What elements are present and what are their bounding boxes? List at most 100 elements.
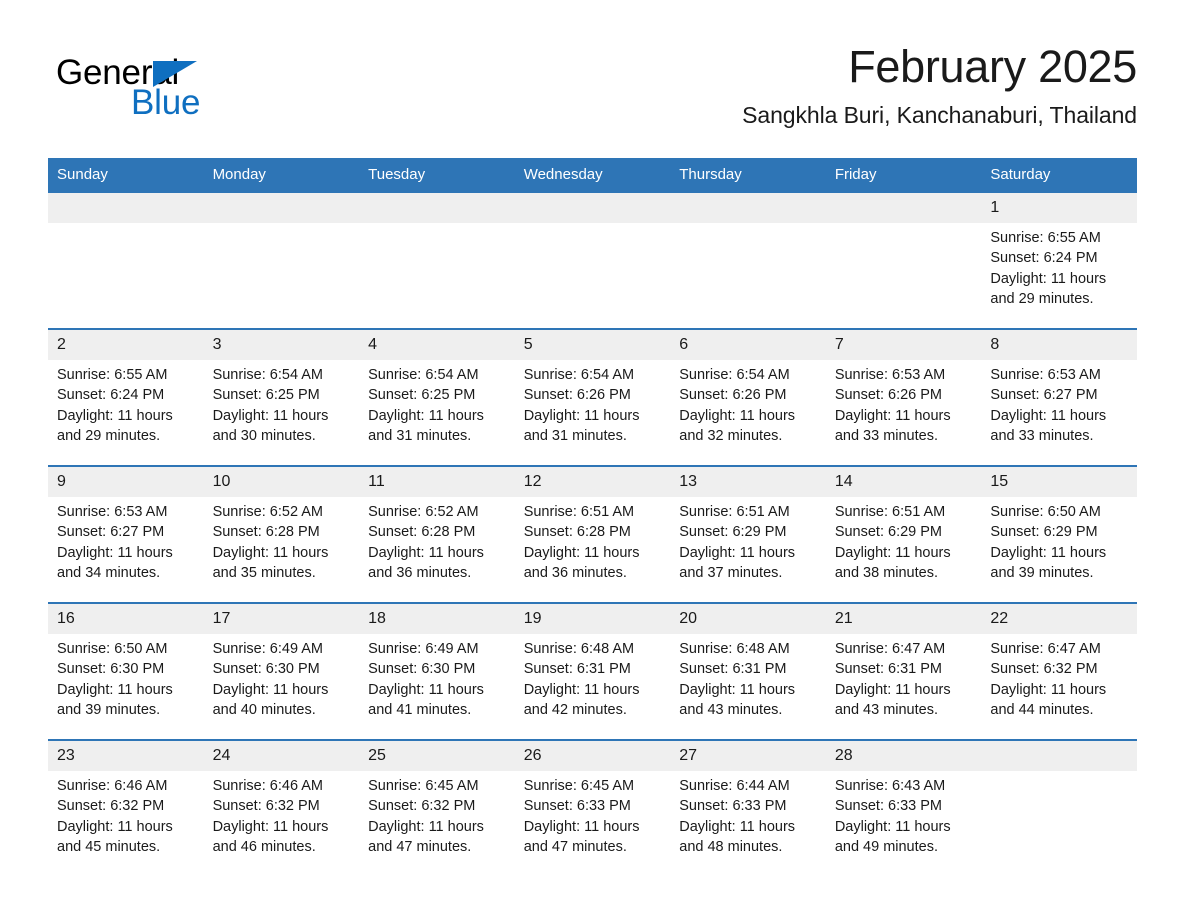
day-number[interactable]: 8 (981, 328, 1137, 360)
day-cell: Sunrise: 6:45 AM Sunset: 6:32 PM Daylight:… (359, 771, 515, 876)
day-number[interactable]: 7 (825, 328, 982, 360)
sunset-text: Sunset: 6:29 PM (834, 524, 943, 541)
weekday-header-monday: Monday (203, 158, 360, 193)
day-number[interactable]: 19 (514, 602, 671, 634)
daylight-text: Daylight: 11 hours and 35 minutes. (212, 544, 329, 581)
sunset-text: Sunset: 6:29 PM (679, 524, 787, 541)
daylight-text: Daylight: 11 hours and 37 minutes. (679, 544, 796, 581)
day-cell: Sunrise: 6:48 AM Sunset: 6:31 PM Daylight:… (514, 634, 671, 740)
day-number[interactable]: 24 (203, 739, 360, 771)
daylight-text: Daylight: 11 hours and 31 minutes. (523, 407, 640, 444)
sunset-text: Sunset: 6:30 PM (212, 661, 320, 678)
day-cell: Sunrise: 6:54 AM Sunset: 6:25 PM Daylight:… (359, 360, 515, 466)
day-number[interactable]: 14 (825, 465, 982, 497)
day-number[interactable]: 5 (514, 328, 671, 360)
day-number[interactable]: 21 (825, 602, 982, 634)
week-daynumber-row: 2345678 (48, 328, 1137, 360)
day-number[interactable]: 28 (825, 739, 982, 771)
daylight-text: Daylight: 11 hours and 47 minutes. (523, 818, 640, 855)
day-number[interactable]: 25 (359, 739, 515, 771)
sunset-text: Sunset: 6:26 PM (679, 387, 787, 404)
daylight-text: Daylight: 11 hours and 49 minutes. (834, 818, 951, 855)
sunrise-text: Sunrise: 6:51 AM (834, 504, 946, 520)
day-cell: Sunrise: 6:52 AM Sunset: 6:28 PM Daylight:… (359, 497, 515, 603)
day-cell: Sunrise: 6:51 AM Sunset: 6:29 PM Daylight:… (825, 497, 982, 603)
sunrise-text: Sunrise: 6:50 AM (990, 504, 1101, 520)
sunrise-text: Sunrise: 6:46 AM (212, 778, 323, 794)
sunrise-text: Sunrise: 6:51 AM (523, 504, 635, 520)
weekday-header-thursday: Thursday (670, 158, 826, 193)
daylight-text: Daylight: 11 hours and 38 minutes. (834, 544, 951, 581)
day-number-empty (203, 193, 360, 223)
general-blue-logo[interactable]: General Blue (56, 54, 286, 128)
daylight-text: Daylight: 11 hours and 43 minutes. (834, 681, 951, 718)
sunrise-text: Sunrise: 6:55 AM (990, 230, 1101, 246)
day-cell: Sunrise: 6:55 AM Sunset: 6:24 PM Daylight:… (981, 223, 1137, 329)
day-number[interactable]: 23 (48, 739, 204, 771)
sunrise-text: Sunrise: 6:45 AM (368, 778, 479, 794)
sunset-text: Sunset: 6:32 PM (57, 798, 165, 815)
sunset-text: Sunset: 6:24 PM (990, 250, 1098, 267)
sunrise-text: Sunrise: 6:54 AM (523, 367, 635, 383)
week-daynumber-row: 1 (48, 193, 1137, 223)
day-cell: Sunrise: 6:50 AM Sunset: 6:30 PM Daylight:… (48, 634, 204, 740)
day-cell-empty (670, 223, 826, 329)
day-number[interactable]: 1 (981, 193, 1137, 223)
sunrise-text: Sunrise: 6:44 AM (679, 778, 790, 794)
day-number[interactable]: 13 (670, 465, 826, 497)
day-cell: Sunrise: 6:51 AM Sunset: 6:28 PM Daylight:… (514, 497, 671, 603)
day-cell: Sunrise: 6:49 AM Sunset: 6:30 PM Daylight:… (203, 634, 360, 740)
day-number[interactable]: 4 (359, 328, 515, 360)
page-subtitle: Sangkhla Buri, Kanchanaburi, Thailand (742, 102, 1137, 128)
week-detail-row: Sunrise: 6:53 AM Sunset: 6:27 PM Daylight:… (48, 497, 1137, 603)
week-detail-row: Sunrise: 6:55 AM Sunset: 6:24 PM Daylight:… (48, 223, 1137, 329)
weekday-header-sunday: Sunday (48, 158, 204, 193)
page-title: February 2025 (848, 41, 1137, 92)
day-number[interactable]: 6 (670, 328, 826, 360)
day-number[interactable]: 2 (48, 328, 204, 360)
sunset-text: Sunset: 6:27 PM (57, 524, 165, 541)
day-cell: Sunrise: 6:49 AM Sunset: 6:30 PM Daylight:… (359, 634, 515, 740)
day-cell: Sunrise: 6:53 AM Sunset: 6:26 PM Daylight:… (825, 360, 982, 466)
daylight-text: Daylight: 11 hours and 46 minutes. (212, 818, 329, 855)
day-number[interactable]: 11 (359, 465, 515, 497)
daylight-text: Daylight: 11 hours and 47 minutes. (368, 818, 484, 855)
sunrise-text: Sunrise: 6:53 AM (834, 367, 946, 383)
sunrise-text: Sunrise: 6:50 AM (57, 641, 168, 657)
day-number[interactable]: 10 (203, 465, 360, 497)
daylight-text: Daylight: 11 hours and 42 minutes. (523, 681, 640, 718)
sunset-text: Sunset: 6:31 PM (679, 661, 787, 678)
calendar-body: 1 Sunrise: 6:55 AM Sunset: 6:24 PM Daylight… (48, 193, 1137, 876)
day-number[interactable]: 3 (203, 328, 360, 360)
day-number-empty (670, 193, 826, 223)
weekday-header-tuesday: Tuesday (359, 158, 515, 193)
day-number[interactable]: 12 (514, 465, 671, 497)
day-number[interactable]: 9 (48, 465, 204, 497)
sunrise-text: Sunrise: 6:47 AM (990, 641, 1101, 657)
day-number[interactable]: 16 (48, 602, 204, 634)
daylight-text: Daylight: 11 hours and 41 minutes. (368, 681, 484, 718)
week-daynumber-row: 23 24 25 26 27 28 (48, 739, 1137, 771)
day-cell-empty (48, 223, 204, 329)
sunset-text: Sunset: 6:30 PM (57, 661, 165, 678)
day-number[interactable]: 26 (514, 739, 671, 771)
day-cell: Sunrise: 6:47 AM Sunset: 6:32 PM Daylight:… (981, 634, 1137, 740)
day-cell: Sunrise: 6:54 AM Sunset: 6:26 PM Daylight:… (670, 360, 826, 466)
day-cell-empty (514, 223, 671, 329)
day-number[interactable]: 27 (670, 739, 826, 771)
day-number[interactable]: 15 (981, 465, 1137, 497)
day-number[interactable]: 18 (359, 602, 515, 634)
calendar-header-row: Sunday Monday Tuesday Wednesday Thursday… (48, 158, 1137, 193)
week-detail-row: Sunrise: 6:46 AM Sunset: 6:32 PM Daylight:… (48, 771, 1137, 876)
day-number[interactable]: 22 (981, 602, 1137, 634)
daylight-text: Daylight: 11 hours and 34 minutes. (57, 544, 173, 581)
sunrise-sunset-calendar: Sunday Monday Tuesday Wednesday Thursday… (48, 158, 1137, 876)
sunset-text: Sunset: 6:27 PM (990, 387, 1098, 404)
daylight-text: Daylight: 11 hours and 48 minutes. (679, 818, 796, 855)
sunrise-text: Sunrise: 6:49 AM (212, 641, 323, 657)
day-number[interactable]: 17 (203, 602, 360, 634)
daylight-text: Daylight: 11 hours and 36 minutes. (368, 544, 484, 581)
day-number[interactable]: 20 (670, 602, 826, 634)
day-cell: Sunrise: 6:46 AM Sunset: 6:32 PM Daylight:… (203, 771, 360, 876)
day-number-empty (48, 193, 204, 223)
